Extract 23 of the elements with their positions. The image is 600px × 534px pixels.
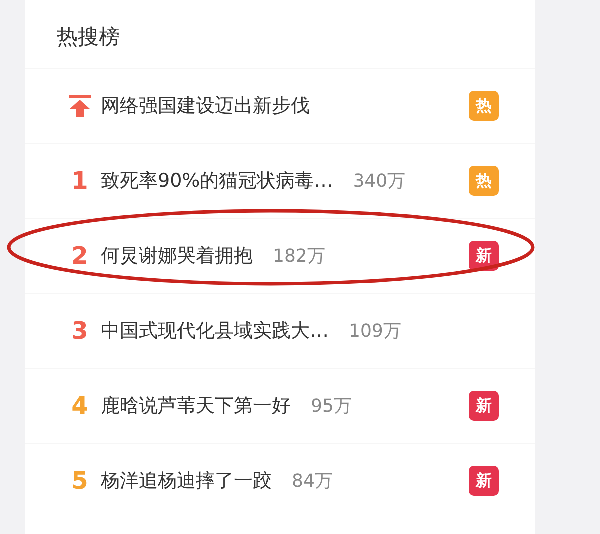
new-badge: 新 [469,466,499,496]
topic-link[interactable]: 中国式现代化县域实践大… [101,316,329,346]
pin-top-icon [69,95,91,117]
heat-count: 109万 [349,320,402,344]
rank-number: 1 [72,166,88,197]
hot-badge: 热 [469,166,499,196]
topic-link[interactable]: 何炅谢娜哭着拥抱 [101,242,253,270]
heat-count: 84万 [292,470,333,494]
hot-badge: 热 [469,91,499,121]
topic-link[interactable]: 网络强国建设迈出新步伐 [101,92,310,120]
topic-link[interactable]: 杨洋追杨迪摔了一跤 [101,466,272,496]
rank-number: 3 [72,316,88,347]
heat-count: 95万 [311,394,352,418]
rank-number: 2 [72,241,88,272]
new-badge: 新 [469,241,499,271]
rank-number: 5 [72,466,88,497]
heat-count: 182万 [273,244,326,268]
topic-link[interactable]: 致死率90%的猫冠状病毒… [101,166,334,196]
panel-title: 热搜榜 [57,25,120,49]
rank-number: 4 [72,391,88,422]
heat-count: 340万 [353,170,406,194]
new-badge: 新 [469,391,499,421]
topic-link[interactable]: 鹿晗说芦苇天下第一好 [101,392,291,420]
